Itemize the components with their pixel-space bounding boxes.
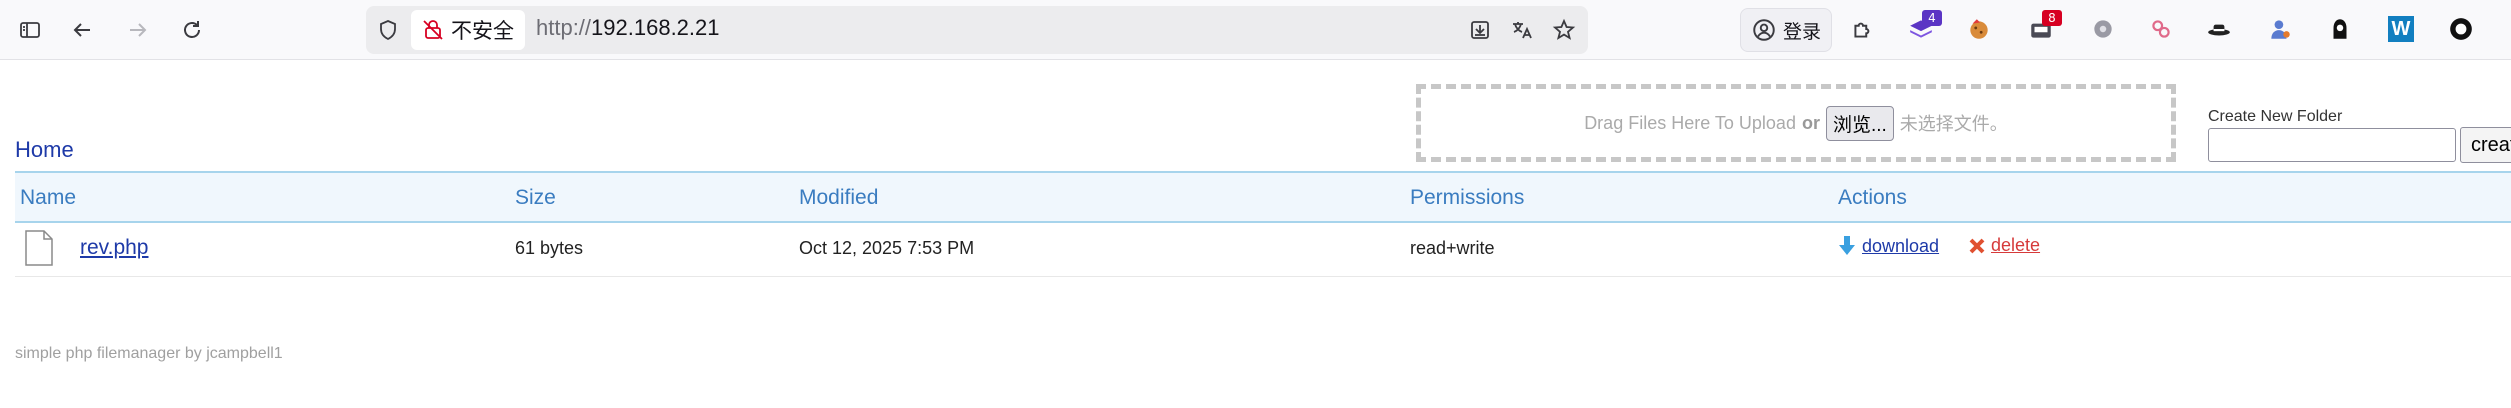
- install-app-icon[interactable]: [1464, 14, 1496, 46]
- browse-file-button[interactable]: 浏览...: [1825, 105, 1894, 141]
- hat-extension-icon[interactable]: [2204, 14, 2234, 44]
- file-name-link[interactable]: rev.php: [80, 236, 149, 260]
- download-label: download: [1862, 235, 1940, 256]
- gear-extension-icon[interactable]: [2088, 14, 2118, 44]
- dropzone-or: or: [1801, 112, 1820, 133]
- url-text[interactable]: http://192.168.2.21: [536, 15, 720, 41]
- insecure-label: 不安全: [451, 20, 514, 43]
- download-link[interactable]: download: [1838, 235, 1939, 257]
- footer-credit: simple php filemanager by jcampbell1: [15, 345, 283, 362]
- reload-icon[interactable]: [176, 14, 208, 46]
- sidebar-toggle-icon[interactable]: [14, 14, 46, 46]
- file-permissions: read+write: [1410, 238, 1495, 258]
- extensions-puzzle-icon[interactable]: [1848, 14, 1878, 44]
- download-arrow-icon: [1839, 236, 1855, 255]
- circle-extension-icon[interactable]: [2446, 14, 2476, 44]
- login-label: 登录: [1782, 21, 1821, 43]
- table-header: Name Size Modified Permissions Actions: [15, 171, 2511, 223]
- create-folder-label: Create New Folder: [2208, 108, 2343, 125]
- no-file-selected-text: 未选择文件。: [1899, 114, 2008, 134]
- user-extension-icon[interactable]: [2265, 14, 2295, 44]
- create-folder-button[interactable]: creat: [2460, 127, 2511, 163]
- column-header-actions: Actions: [1838, 186, 1907, 209]
- delete-label: delete: [1991, 235, 2041, 255]
- url-protocol: http://: [536, 15, 592, 40]
- upload-dropzone[interactable]: Drag Files Here To Upload or 浏览... 未选择文件…: [1416, 84, 2176, 162]
- column-header-modified[interactable]: Modified: [799, 186, 878, 210]
- bookmark-star-icon[interactable]: [1548, 14, 1580, 46]
- tracking-shield-icon[interactable]: [372, 14, 404, 46]
- file-icon: [25, 230, 53, 266]
- flower-extension-icon[interactable]: [2146, 14, 2176, 44]
- w-extension-icon[interactable]: W: [2386, 14, 2416, 44]
- file-modified: Oct 12, 2025 7:53 PM: [799, 238, 975, 258]
- browser-toolbar: 不安全 http://192.168.2.21 登录 4 8 W: [0, 0, 2511, 60]
- table-row: rev.php 61 bytes Oct 12, 2025 7:53 PM re…: [15, 223, 2511, 277]
- cookie-extension-icon[interactable]: [1964, 14, 1994, 44]
- column-header-name[interactable]: Name: [20, 186, 76, 210]
- layers-extension-icon[interactable]: 4: [1906, 10, 1942, 44]
- w-letter: W: [2388, 16, 2414, 42]
- file-table: Name Size Modified Permissions Actions r…: [15, 171, 2511, 277]
- dropzone-text: Drag Files Here To Upload: [1584, 112, 1796, 133]
- delete-x-icon: [1969, 238, 1985, 253]
- back-arrow-icon[interactable]: [66, 14, 98, 46]
- file-manager-page: Home Drag Files Here To Upload or 浏览... …: [0, 61, 2511, 408]
- ext3-badge: 8: [2042, 10, 2062, 26]
- delete-link[interactable]: delete: [1969, 235, 2040, 256]
- folder-name-input[interactable]: [2208, 128, 2456, 162]
- hacker-extension-icon[interactable]: [2325, 14, 2355, 44]
- account-icon: [1753, 19, 1775, 41]
- inbox-extension-icon[interactable]: 8: [2026, 10, 2062, 44]
- column-header-size[interactable]: Size: [515, 186, 556, 210]
- forward-arrow-icon[interactable]: [122, 14, 154, 46]
- translate-icon[interactable]: [1506, 14, 1538, 46]
- login-button[interactable]: 登录: [1740, 8, 1832, 52]
- insecure-lock-icon: [423, 20, 443, 40]
- breadcrumb-home-link[interactable]: Home: [15, 137, 74, 163]
- ext1-badge: 4: [1922, 10, 1942, 26]
- insecure-indicator[interactable]: 不安全: [411, 10, 525, 50]
- column-header-permissions[interactable]: Permissions: [1410, 186, 1524, 210]
- url-host: 192.168.2.21: [591, 15, 720, 40]
- file-size: 61 bytes: [515, 238, 584, 258]
